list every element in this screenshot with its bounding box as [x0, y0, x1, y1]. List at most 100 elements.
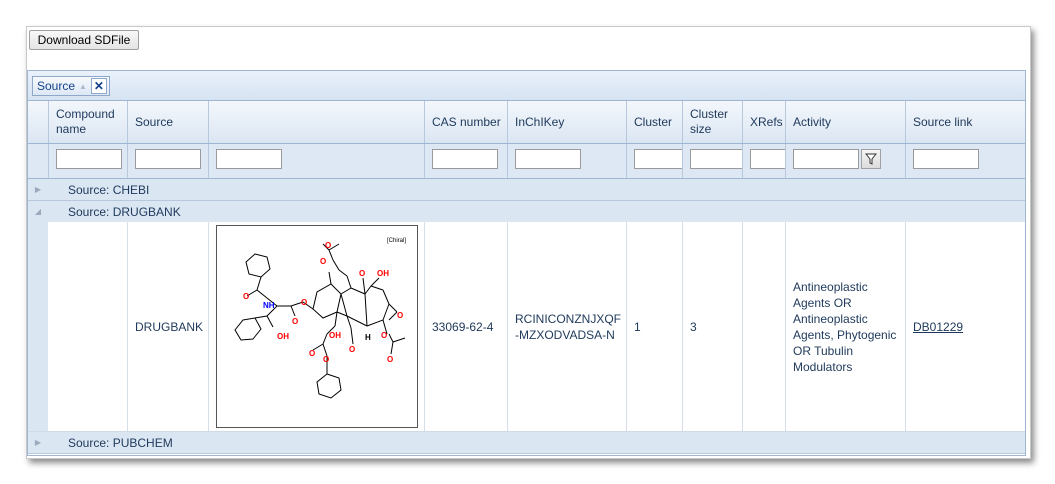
download-sdfile-button[interactable]: Download SDFile: [29, 30, 139, 50]
atom-o: O: [349, 345, 355, 354]
header-label: Source: [135, 114, 174, 129]
group-row-pubchem[interactable]: ▶ Source: PUBCHEM: [28, 432, 1025, 454]
group-chip-source[interactable]: Source ▲ ✕: [32, 76, 110, 96]
header-label: InChIKey: [515, 114, 565, 129]
cell-text: 33069-62-4: [432, 319, 494, 334]
filter-activity-input[interactable]: [793, 149, 859, 169]
header-cluster[interactable]: Cluster: [627, 101, 683, 143]
table-row[interactable]: DRUGBANK [Chiral] NH OH O O O O O O OH O…: [28, 222, 1025, 432]
atom-o: O: [243, 292, 249, 301]
group-row-label: Source: DRUGBANK: [68, 204, 181, 219]
atom-o: O: [381, 331, 387, 340]
header-activity[interactable]: Activity: [786, 101, 906, 143]
filter-cell: [508, 144, 627, 178]
header-label: Compound name: [56, 107, 115, 136]
cell-text: Antineoplastic Agents OR Antineoplastic …: [793, 279, 897, 374]
header-label: Source link: [913, 114, 973, 129]
filter-cluster-input[interactable]: [634, 149, 682, 169]
filter-source-link-input[interactable]: [913, 149, 979, 169]
filter-cluster-size-input[interactable]: [690, 149, 742, 169]
filter-cell: [627, 144, 683, 178]
header-label: Cluster: [634, 114, 673, 129]
atom-oh: OH: [377, 269, 389, 278]
main-panel: Download SDFile Source ▲ ✕ Compound name…: [26, 26, 1031, 459]
filter-cell: [425, 144, 508, 178]
collapse-icon[interactable]: ◢: [28, 207, 48, 216]
filter-row: [28, 144, 1025, 179]
group-panel: Source ▲ ✕: [28, 71, 1025, 101]
cell-cluster: 1: [627, 222, 683, 431]
cell-source: DRUGBANK: [128, 222, 209, 431]
funnel-icon: [865, 153, 877, 165]
expand-icon[interactable]: ▶: [28, 185, 48, 194]
header-inchikey[interactable]: InChIKey: [508, 101, 627, 143]
column-header-row: Compound name Source CAS number InChIKey…: [28, 101, 1025, 144]
atom-o: O: [320, 257, 326, 266]
cell-text: RCINICONZNJXQF-MZXODVADSA-N: [515, 311, 621, 342]
cell-inchikey: RCINICONZNJXQF-MZXODVADSA-N: [508, 222, 627, 431]
atom-o: O: [301, 298, 307, 307]
filter-cell: [128, 144, 209, 178]
cell-activity: Antineoplastic Agents OR Antineoplastic …: [786, 222, 906, 431]
header-label: XRefs: [750, 114, 783, 129]
header-compound-name[interactable]: Compound name: [49, 101, 128, 143]
filter-inchikey-input[interactable]: [515, 149, 581, 169]
atom-h: H: [365, 333, 371, 342]
chiral-label: [Chiral]: [387, 238, 406, 244]
cell-compound-name: [49, 222, 128, 431]
atom-oh: OH: [277, 332, 289, 341]
filter-cell: [209, 144, 425, 178]
header-cluster-size[interactable]: Cluster size: [683, 101, 743, 143]
group-row-label: Source: PUBCHEM: [68, 435, 173, 450]
molecule-drawing: [Chiral] NH OH O O O O O O OH O OH O H O…: [234, 238, 406, 399]
header-source[interactable]: Source: [128, 101, 209, 143]
header-cas-number[interactable]: CAS number: [425, 101, 508, 143]
atom-o: O: [325, 241, 331, 250]
group-row-drugbank[interactable]: ◢ Source: DRUGBANK: [28, 201, 1025, 223]
source-link[interactable]: DB01229: [913, 319, 963, 335]
atom-o: O: [397, 311, 403, 320]
group-row-label: Source: CHEBI: [68, 182, 150, 197]
atom-o: O: [359, 269, 365, 278]
filter-xrefs-input[interactable]: [750, 149, 785, 169]
atom-o: O: [292, 317, 298, 326]
filter-compound-name-input[interactable]: [56, 149, 122, 169]
sort-ascending-icon: ▲: [79, 81, 87, 91]
atom-nh: NH: [263, 301, 275, 310]
cell-cas-number: 33069-62-4: [425, 222, 508, 431]
cell-source-link: DB01229: [906, 222, 1025, 431]
header-label: CAS number: [432, 114, 501, 129]
filter-cell: [743, 144, 786, 178]
expand-icon[interactable]: ▶: [28, 438, 48, 447]
filter-structure-input[interactable]: [216, 149, 282, 169]
filter-cell: [906, 144, 1025, 178]
cell-xrefs: [743, 222, 786, 431]
cell-text: DRUGBANK: [135, 319, 204, 334]
filter-cell: [786, 144, 906, 178]
header-label: Cluster size: [690, 107, 729, 136]
filter-cell: [49, 144, 128, 178]
header-structure[interactable]: [209, 101, 425, 143]
header-xrefs[interactable]: XRefs: [743, 101, 786, 143]
remove-group-icon[interactable]: ✕: [90, 78, 107, 94]
row-indent: [28, 222, 48, 431]
data-grid: Source ▲ ✕ Compound name Source CAS numb…: [27, 70, 1026, 456]
filter-funnel-button[interactable]: [861, 149, 881, 169]
cell-structure: [Chiral] NH OH O O O O O O OH O OH O H O…: [209, 222, 425, 431]
cell-text: 3: [690, 319, 697, 334]
header-source-link[interactable]: Source link: [906, 101, 1025, 143]
atom-o: O: [387, 355, 393, 364]
cell-text: 1: [634, 319, 641, 334]
header-indent: [28, 101, 49, 143]
structure-image: [Chiral] NH OH O O O O O O OH O OH O H O…: [216, 225, 418, 428]
filter-cas-number-input[interactable]: [432, 149, 498, 169]
filter-source-input[interactable]: [135, 149, 201, 169]
cell-cluster-size: 3: [683, 222, 743, 431]
atom-o: O: [309, 349, 315, 358]
filter-indent: [28, 144, 49, 178]
group-chip-label: Source: [37, 79, 76, 93]
header-label: Activity: [793, 114, 832, 129]
atom-oh: OH: [329, 331, 341, 340]
filter-cell: [683, 144, 743, 178]
group-row-chebi[interactable]: ▶ Source: CHEBI: [28, 179, 1025, 201]
